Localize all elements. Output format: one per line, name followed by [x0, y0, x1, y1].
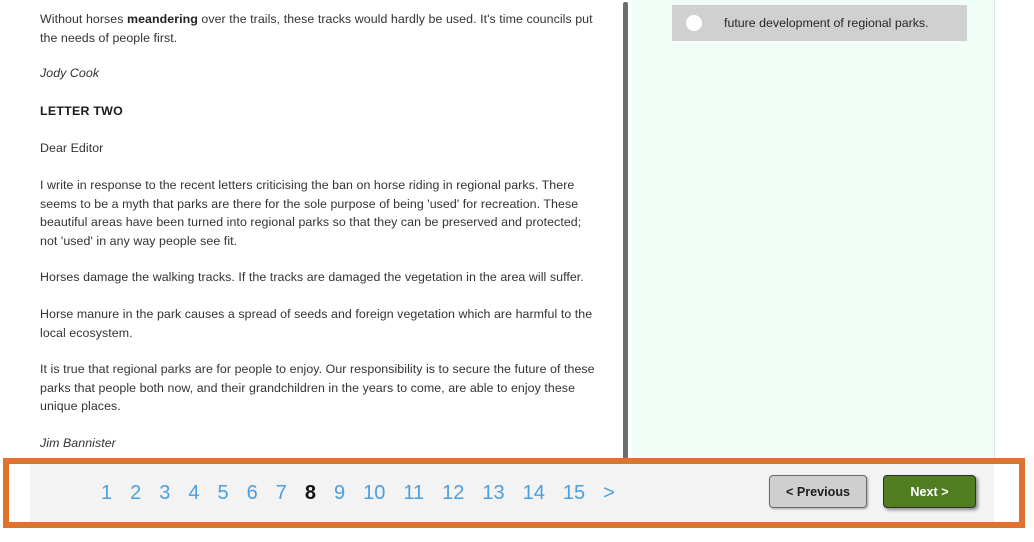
passage-signature-jody-cook: Jody Cook: [40, 66, 100, 81]
passage-paragraph-4: It is true that regional parks are for p…: [40, 362, 595, 414]
question-answer-pane: future development of regional parks.: [632, 0, 995, 458]
passage-paragraph-2: Horses damage the walking tracks. If the…: [40, 270, 584, 285]
passage-heading-letter-two: LETTER TWO: [40, 103, 124, 118]
passage-paragraph-intro: Without horses meandering over the trail…: [40, 10, 602, 47]
radio-unselected-icon[interactable]: [686, 15, 702, 31]
next-button[interactable]: Next >: [883, 475, 976, 508]
scrollbar-thumb[interactable]: [623, 2, 628, 458]
passage-paragraph-3: Horse manure in the park causes a spread…: [40, 306, 593, 340]
passage-signature-jim-bannister: Jim Bannister: [40, 435, 116, 450]
pagination-page-6[interactable]: 6: [238, 480, 267, 506]
navigation-buttons: < Previous Next >: [769, 475, 976, 508]
reading-passage-pane: Without horses meandering over the trail…: [0, 0, 620, 458]
content-area: Without horses meandering over the trail…: [0, 0, 1034, 458]
pagination-page-15[interactable]: 15: [554, 480, 594, 506]
pagination-page-10[interactable]: 10: [354, 480, 394, 506]
pagination-page-9[interactable]: 9: [325, 480, 354, 506]
pagination-page-12[interactable]: 12: [433, 480, 473, 506]
previous-button[interactable]: < Previous: [769, 475, 867, 508]
passage-paragraph-1: I write in response to the recent letter…: [40, 177, 582, 248]
pagination-page-8-current[interactable]: 8: [296, 480, 325, 506]
passage-salutation: Dear Editor: [40, 141, 104, 156]
pagination-page-14[interactable]: 14: [514, 480, 554, 506]
pagination-page-11[interactable]: 11: [394, 480, 433, 506]
answer-option-future-development[interactable]: future development of regional parks.: [672, 5, 967, 41]
pagination-page-13[interactable]: 13: [473, 480, 513, 506]
passage-text-before-bold: Without horses: [40, 12, 128, 26]
passage-bold-word: meandering: [127, 12, 198, 26]
pagination-page-2[interactable]: 2: [121, 480, 150, 506]
answer-option-label: future development of regional parks.: [724, 16, 929, 30]
pagination-page-3[interactable]: 3: [150, 480, 179, 506]
pagination-page-5[interactable]: 5: [209, 480, 238, 506]
pagination-page-7[interactable]: 7: [267, 480, 296, 506]
pagination-next-arrow-icon[interactable]: >: [594, 480, 624, 506]
right-margin-spacer: [996, 0, 1034, 458]
pagination-page-1[interactable]: 1: [92, 480, 121, 506]
passage-scrollbar[interactable]: [620, 0, 632, 458]
pagination: 1 2 3 4 5 6 7 8 9 10 11 12 13 14 15 >: [92, 480, 624, 506]
pagination-page-4[interactable]: 4: [179, 480, 208, 506]
navigation-bar: 1 2 3 4 5 6 7 8 9 10 11 12 13 14 15 > < …: [30, 464, 994, 522]
